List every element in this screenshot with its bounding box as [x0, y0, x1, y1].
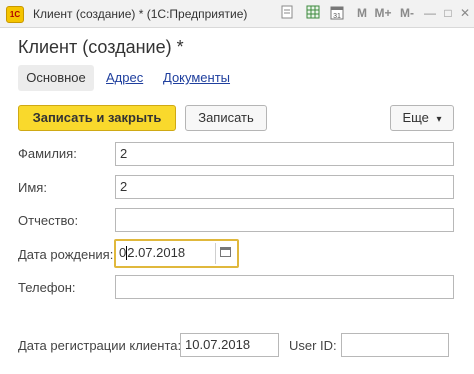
window-title: Клиент (создание) * (1С:Предприятие): [33, 7, 248, 21]
birth-date-input[interactable]: 02.07.2018: [119, 243, 215, 263]
tab-documents[interactable]: Документы: [163, 65, 230, 91]
registration-date-field[interactable]: 10.07.2018: [180, 333, 279, 357]
form-title: Клиент (создание) *: [18, 37, 184, 57]
svg-text:31: 31: [333, 13, 341, 20]
user-id-label: User ID:: [289, 338, 337, 353]
first-name-label: Имя:: [18, 180, 47, 195]
m-plus-icon[interactable]: M+: [374, 5, 392, 22]
first-name-field[interactable]: 2: [115, 175, 454, 199]
app-logo-icon: 1С: [6, 6, 24, 23]
phone-label: Телефон:: [18, 280, 76, 295]
registration-date-label: Дата регистрации клиента:: [18, 338, 182, 353]
last-name-label: Фамилия:: [18, 146, 77, 161]
close-icon[interactable]: ✕: [458, 5, 472, 22]
last-name-field[interactable]: 2: [115, 142, 454, 166]
birth-date-value-start: 0: [119, 245, 127, 260]
phone-field[interactable]: [115, 275, 454, 299]
calendar-picker-icon[interactable]: [215, 243, 235, 264]
title-bar: 1С Клиент (создание) * (1С:Предприятие) …: [0, 0, 474, 28]
more-button-label: Еще: [402, 110, 429, 125]
tab-main[interactable]: Основное: [18, 65, 94, 91]
minimize-icon[interactable]: —: [423, 5, 437, 22]
birth-date-field[interactable]: 02.07.2018: [114, 239, 239, 268]
m-minus-icon[interactable]: M-: [398, 5, 416, 22]
patronymic-field[interactable]: [115, 208, 454, 232]
m-icon[interactable]: M: [355, 5, 369, 22]
save-button[interactable]: Записать: [185, 105, 267, 131]
birth-date-value-end: 2.07.2018: [127, 245, 186, 260]
more-button[interactable]: Еще ▾: [390, 105, 454, 131]
birth-date-label: Дата рождения:: [18, 247, 114, 262]
calendar-icon[interactable]: 31: [329, 5, 345, 22]
maximize-icon[interactable]: □: [441, 5, 455, 22]
save-and-close-button[interactable]: Записать и закрыть: [18, 105, 176, 131]
document-icon[interactable]: [279, 5, 295, 22]
table-icon[interactable]: [305, 5, 321, 22]
chevron-down-icon: ▾: [436, 114, 442, 125]
user-id-field[interactable]: [341, 333, 449, 357]
client-form-window: 1С Клиент (создание) * (1С:Предприятие) …: [0, 0, 474, 374]
tab-address[interactable]: Адрес: [106, 65, 143, 91]
patronymic-label: Отчество:: [18, 213, 79, 228]
